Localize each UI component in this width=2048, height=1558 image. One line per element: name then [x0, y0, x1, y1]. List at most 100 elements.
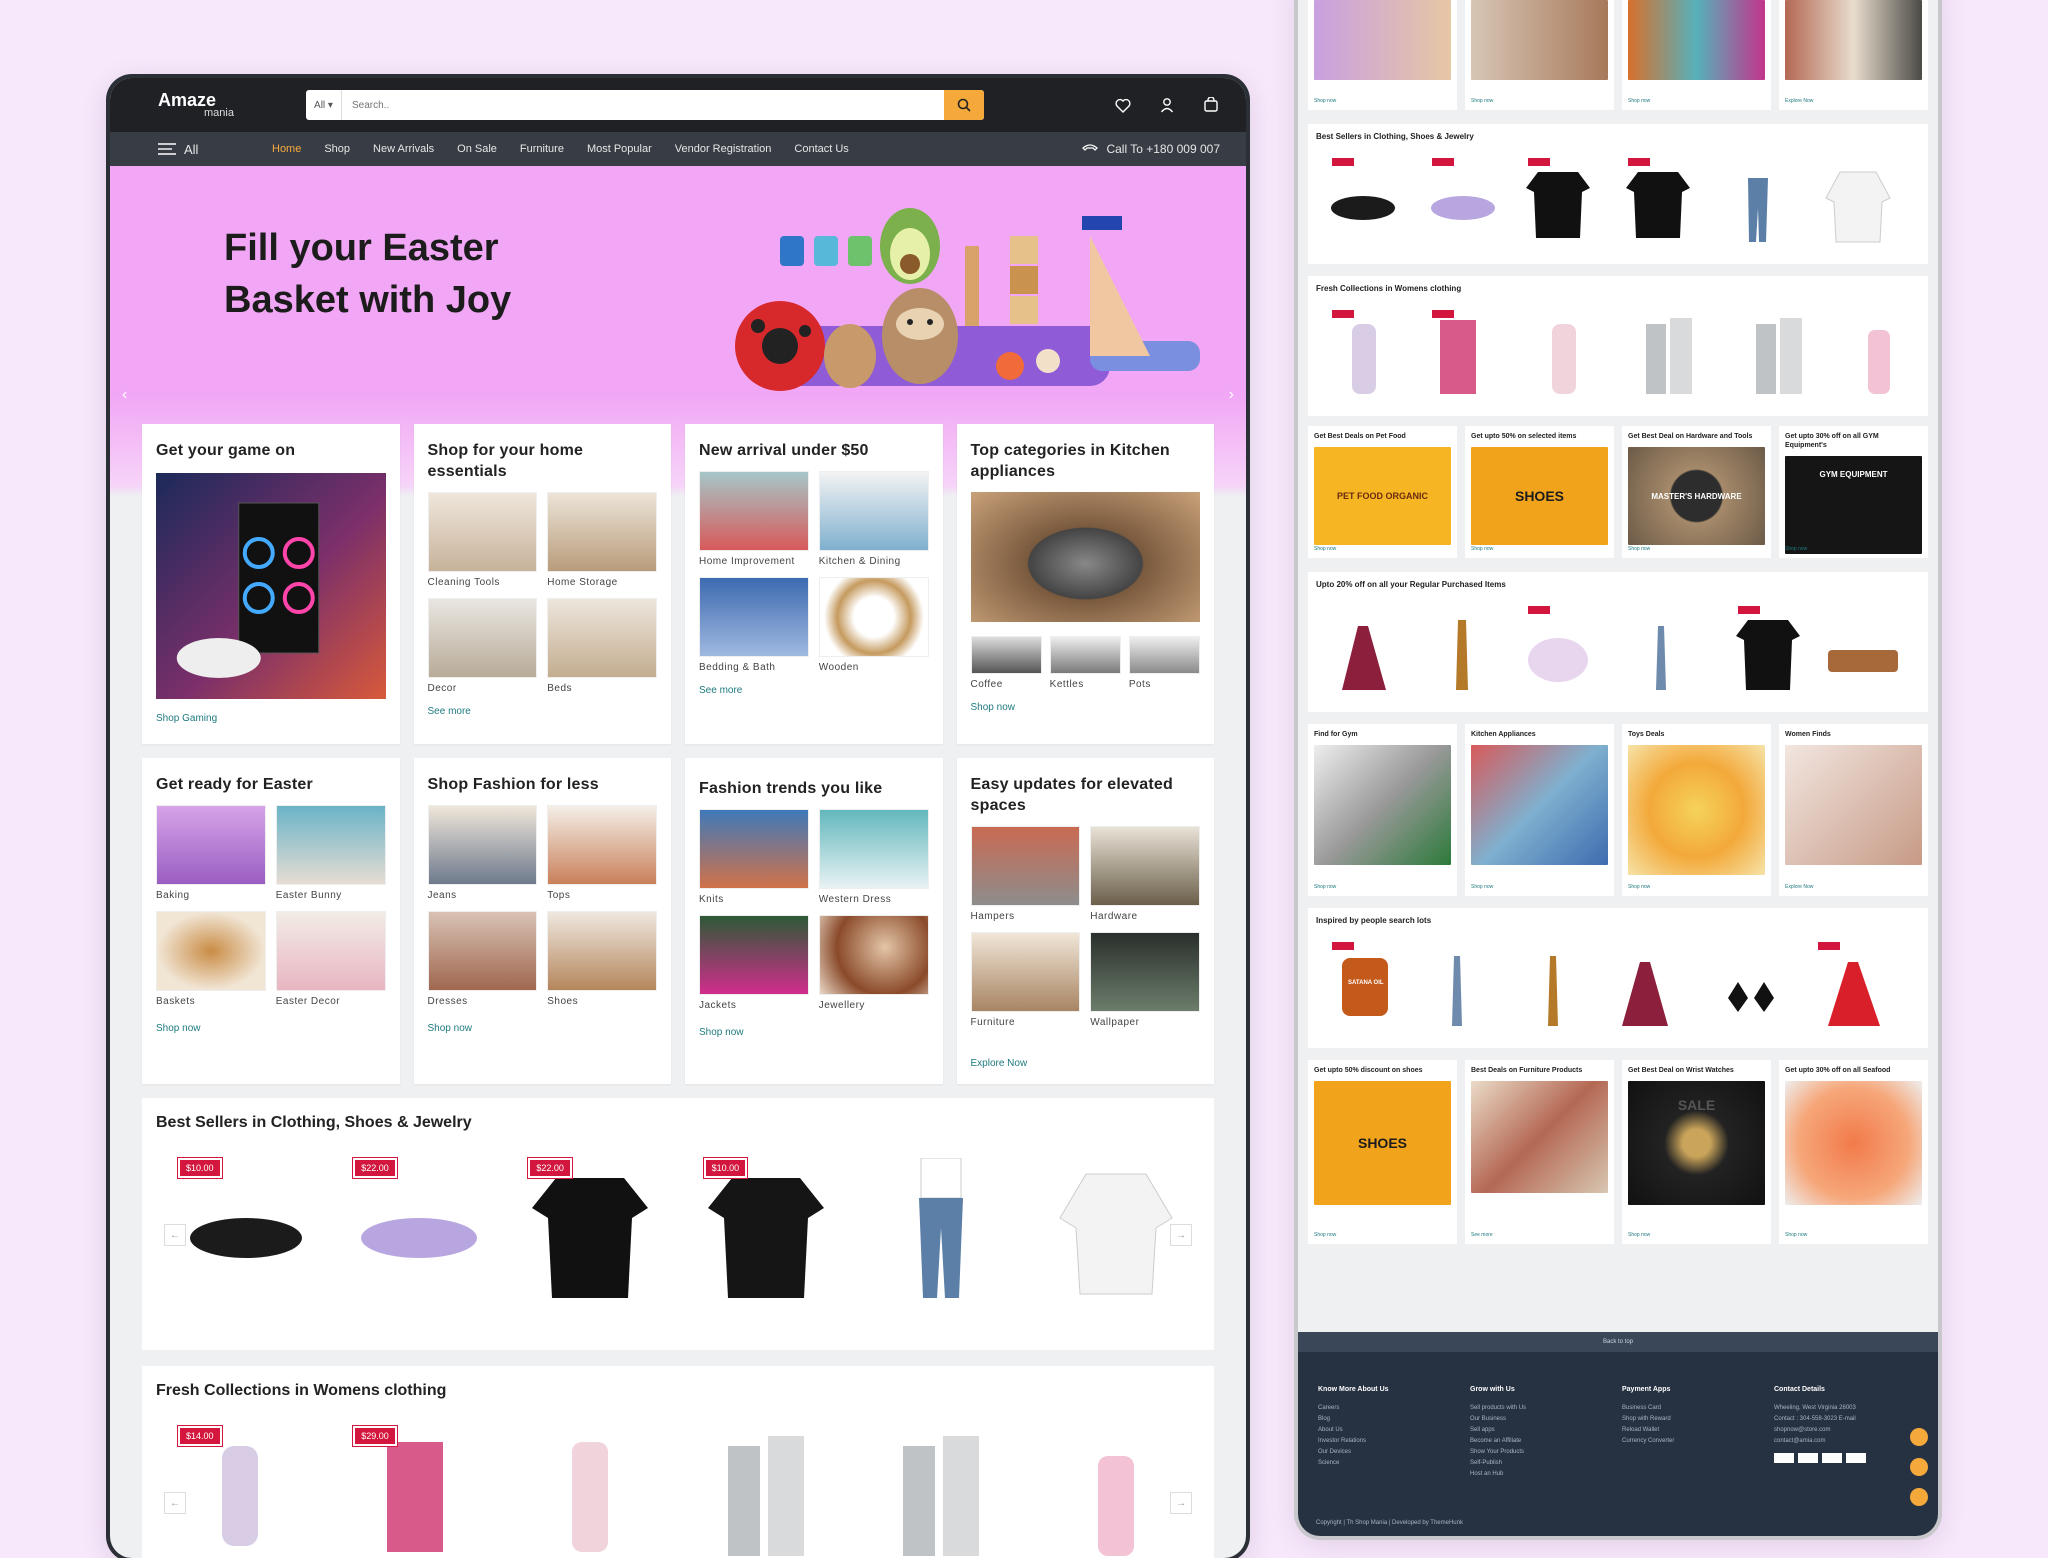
gaming-pc-image[interactable]: [156, 473, 386, 699]
pet-food-banner[interactable]: PET FOOD ORGANIC: [1314, 447, 1451, 545]
search-category-select[interactable]: All ▾: [306, 90, 342, 120]
shop-gaming-link[interactable]: Shop Gaming: [156, 713, 386, 724]
nav-link-furniture[interactable]: Furniture: [520, 143, 564, 155]
nav-link-home[interactable]: Home: [272, 143, 301, 155]
product-lavender-clog[interactable]: $22.00: [341, 1157, 489, 1298]
footer-link[interactable]: Our Devices: [1318, 1447, 1389, 1458]
footer-link[interactable]: Currency Converter: [1622, 1436, 1674, 1447]
product-black-tshirt-1[interactable]: $22.00: [516, 1157, 664, 1298]
footer-link[interactable]: Investor Relations: [1318, 1436, 1389, 1447]
shoes-banner[interactable]: SHOES: [1471, 447, 1608, 545]
wishlist-heart-icon[interactable]: [1114, 96, 1132, 114]
footer-link[interactable]: Our Business: [1470, 1414, 1526, 1425]
footer-email-link[interactable]: contact@amia.com: [1774, 1436, 1866, 1447]
product-pump-bottle[interactable]: [1042, 1426, 1190, 1558]
tile-bedding-bath[interactable]: Bedding & Bath: [699, 577, 809, 673]
tile-knits[interactable]: Knits: [699, 809, 809, 905]
shop-now-link[interactable]: Shop now: [1785, 1232, 1807, 1238]
tile-dresses[interactable]: Dresses: [427, 911, 538, 1007]
shop-now-link[interactable]: Shop now: [1471, 884, 1493, 890]
shop-now-link[interactable]: Shop now: [1471, 98, 1493, 104]
nav-link-contact-us[interactable]: Contact Us: [794, 143, 848, 155]
footer-link[interactable]: Reload Wallet: [1622, 1425, 1674, 1436]
tile-kitchen-dining[interactable]: Kitchen & Dining: [818, 471, 929, 567]
tile-baking[interactable]: Baking: [156, 805, 266, 901]
tile-easter-bunny[interactable]: Easter Bunny: [275, 805, 386, 901]
product-pink-bottle[interactable]: [516, 1426, 664, 1558]
nav-link-vendor-registration[interactable]: Vendor Registration: [675, 143, 772, 155]
all-categories-button[interactable]: All: [158, 142, 272, 157]
product-black-clog[interactable]: $10.00: [166, 1157, 314, 1298]
hero-next-arrow[interactable]: ›: [1229, 386, 1234, 404]
call-contact[interactable]: Call To +180 009 007: [1082, 142, 1220, 156]
shoes-banner[interactable]: SHOES: [1314, 1081, 1451, 1205]
shop-now-link[interactable]: Shop now: [428, 1023, 658, 1034]
tile-jewellery[interactable]: Jewellery: [818, 915, 929, 1011]
shop-now-link[interactable]: Shop now: [699, 1027, 929, 1038]
product-black-tshirt-2[interactable]: $10.00: [692, 1157, 840, 1298]
gym-banner[interactable]: GYM EQUIPMENT: [1785, 456, 1922, 554]
tile-hardware[interactable]: Hardware: [1090, 826, 1200, 922]
tile-home-improvement[interactable]: Home Improvement: [699, 471, 809, 567]
tile-home-storage[interactable]: Home Storage: [547, 492, 657, 588]
tile-easter-decor[interactable]: Easter Decor: [275, 911, 386, 1007]
footer-link[interactable]: About Us: [1318, 1425, 1389, 1436]
nav-link-on-sale[interactable]: On Sale: [457, 143, 497, 155]
tile-jeans[interactable]: Jeans: [427, 805, 538, 901]
tile-baskets[interactable]: Baskets: [156, 911, 266, 1007]
tile-cleaning-tools[interactable]: Cleaning Tools: [427, 492, 538, 588]
search-input[interactable]: [342, 90, 944, 120]
tile-wooden[interactable]: Wooden: [818, 577, 929, 673]
footer-link[interactable]: Host an Hub: [1470, 1469, 1526, 1480]
instant-pot-image[interactable]: [970, 492, 1200, 622]
tile-jackets[interactable]: Jackets: [699, 915, 809, 1011]
tile-shoes[interactable]: Shoes: [547, 911, 657, 1007]
footer-link[interactable]: Sell products with Us: [1470, 1403, 1526, 1414]
footer-link[interactable]: Shop with Reward: [1622, 1414, 1674, 1425]
footer-link[interactable]: Blog: [1318, 1414, 1389, 1425]
shop-now-link[interactable]: Shop now: [1628, 546, 1650, 552]
shop-now-link[interactable]: Shop now: [971, 702, 1201, 713]
hardware-banner[interactable]: MASTER'S HARDWARE: [1628, 447, 1765, 545]
product-white-shirt[interactable]: [1042, 1158, 1190, 1298]
floating-up-icon[interactable]: [1910, 1458, 1928, 1476]
explore-now-link[interactable]: Explore Now: [1785, 98, 1813, 104]
see-more-link[interactable]: See more: [428, 706, 658, 717]
tile-furniture[interactable]: Furniture: [970, 932, 1081, 1028]
footer-link[interactable]: Careers: [1318, 1403, 1389, 1414]
shop-now-link[interactable]: Shop now: [1785, 546, 1807, 552]
product-tube-2[interactable]: [867, 1426, 1015, 1558]
footer-link[interactable]: Become an Affiliate: [1470, 1436, 1526, 1447]
footer-link[interactable]: Science: [1318, 1458, 1389, 1469]
tile-kettles[interactable]: Kettles: [1049, 636, 1121, 690]
tile-beds[interactable]: Beds: [547, 598, 657, 694]
shop-now-link[interactable]: Shop now: [1314, 98, 1336, 104]
shop-now-link[interactable]: Shop now: [1628, 98, 1650, 104]
hero-prev-arrow[interactable]: ‹: [122, 386, 127, 404]
tile-decor[interactable]: Decor: [427, 598, 538, 694]
floating-chat-icon[interactable]: [1910, 1488, 1928, 1506]
shop-now-link[interactable]: Shop now: [1314, 884, 1336, 890]
tile-western-dress[interactable]: Western Dress: [818, 809, 929, 905]
product-pokemon-pack[interactable]: $29.00: [341, 1425, 489, 1558]
footer-link[interactable]: Business Card: [1622, 1403, 1674, 1414]
nav-link-most-popular[interactable]: Most Popular: [587, 143, 652, 155]
watch-sale-banner[interactable]: SALE: [1628, 1081, 1765, 1205]
tile-hampers[interactable]: Hampers: [970, 826, 1081, 922]
explore-now-link[interactable]: Explore Now: [971, 1058, 1201, 1069]
product-tube-1[interactable]: [692, 1426, 840, 1558]
cart-icon[interactable]: [1202, 96, 1220, 114]
tile-coffee[interactable]: Coffee: [970, 636, 1042, 690]
account-user-icon[interactable]: [1158, 96, 1176, 114]
see-more-link[interactable]: See more: [699, 685, 929, 696]
footer-email-link[interactable]: shopnow@store.com: [1774, 1425, 1866, 1436]
nav-link-new-arrivals[interactable]: New Arrivals: [373, 143, 434, 155]
tile-pots[interactable]: Pots: [1128, 636, 1200, 690]
product-blue-jeans[interactable]: [867, 1157, 1015, 1298]
tile-tops[interactable]: Tops: [547, 805, 657, 901]
footer-link[interactable]: Show Your Products: [1470, 1447, 1526, 1458]
see-more-link[interactable]: See more: [1471, 1232, 1493, 1238]
explore-now-link[interactable]: Explore Now: [1785, 884, 1813, 890]
shop-now-link[interactable]: Shop now: [156, 1023, 386, 1034]
shop-now-link[interactable]: Shop now: [1314, 546, 1336, 552]
